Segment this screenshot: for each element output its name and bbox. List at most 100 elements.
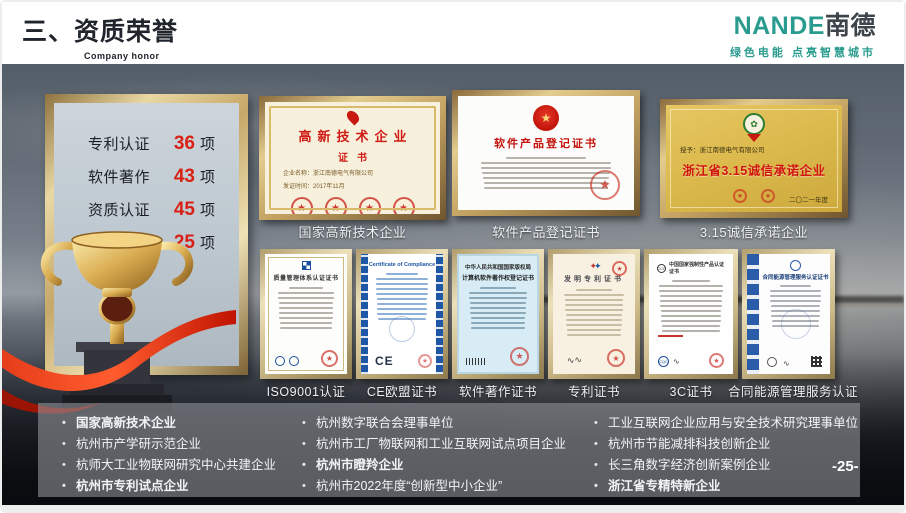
company-logo: NANDE南德 绿色电能 点亮智慧城市 [730,14,876,60]
text-line [566,319,622,321]
certificate-frame: Certificate of Compliance CE ★ [356,249,448,379]
text-line [376,278,429,280]
caption-software-copyright: 软件著作证书 [452,381,544,400]
text-line [661,315,721,317]
cqc-logo-icon: CQC [658,356,669,367]
certificate-text-lines [563,289,625,336]
caption-patent: 专利证书 [548,381,640,400]
trophy-handle-left [45,246,72,282]
certificate-hightech: 高新技术企业 证书 企业名称：浙江南德电气有限公司 发证时间：2017年11月 … [259,96,446,220]
honors-column-2: 杭州数字联合会理事单位 杭州市工厂物联网和工业互联网试点项目企业 杭州市瞪羚企业… [302,413,594,497]
certificate-title: 中国国家强制性产品认证证书 [669,261,725,275]
honor-item: 长三角数字经济创新案例企业 [594,455,860,476]
text-line [770,300,820,302]
certifier-logo-icon [790,260,801,271]
certificate-header: CCC 中国国家强制性产品认证证书 [657,261,725,275]
honors-overlay: 国家高新技术企业 杭州市产学研示范企业 杭师大工业物联网研究中心共建企业 杭州市… [38,403,860,497]
stat-value: 36 [174,133,195,155]
certificate-title: Certificate of Compliance [361,262,443,268]
certificate-paper: 合同能源管理服务认证证书 ∿ [747,254,830,374]
text-line [660,305,721,307]
trophy-rim [72,232,162,248]
honor-item: 浙江省专精特新企业 [594,476,860,497]
trophy-image [2,230,246,426]
honor-item: 杭州市工厂物联网和工业互联网试点项目企业 [302,434,594,455]
stat-label: 资质认证 [88,199,150,220]
red-seal-icon: ★ [733,189,747,203]
slide-stage: 三、资质荣誉 Company honor NANDE南德 绿色电能 点亮智慧城市… [0,0,906,513]
honor-item: 杭州市2022年度“创新型中小企业” [302,476,594,497]
text-line [660,300,722,302]
certificate-frame: ✿ 授予：浙江南德电气有限公司 浙江省3.15诚信承诺企业 ★ ★ 二〇二一年度 [660,99,848,218]
text-line [469,297,526,299]
stamp-icon [767,357,777,367]
certificate-text-lines [374,273,430,320]
text-line [481,162,611,164]
certificate-title: 计算机软件著作权登记证书 [457,273,539,282]
certificate-software-copyright: 中华人民共和国国家版权局 计算机软件著作权登记证书 ★ [452,249,544,379]
red-seal-icon: ★ [321,350,338,367]
accreditation-logos [275,356,299,366]
logo-tagline: 绿色电能 点亮智慧城市 [730,44,876,60]
circular-watermark-icon [781,309,811,339]
certificate-software-product: ★ 软件产品登记证书 ★ [452,90,640,216]
certificate-315-integrity: ✿ 授予：浙江南德电气有限公司 浙江省3.15诚信承诺企业 ★ ★ 二〇二一年度 [660,99,848,218]
honors-column-3: 工业互联网企业应用与安全技术研究理事单位 杭州市节能减排科技创新企业 长三角数字… [594,413,860,497]
signature: ∿∿ [566,354,582,367]
text-line [661,310,721,312]
text-line [471,327,524,329]
text-line [565,309,622,311]
stat-label: 软件著作 [88,166,150,187]
blue-side-band [436,254,443,374]
text-line [565,299,624,301]
stat-value: 43 [174,166,195,188]
text-line [771,305,821,307]
certificate-frame: 质量管理体系认证证书 ★ [260,249,352,379]
certificate-paper: ★ 软件产品登记证书 ★ [458,96,634,210]
text-line [376,283,428,285]
text-line [471,317,526,319]
page-subtitle: Company honor [22,51,178,61]
logo-text-cn: 南德 [825,12,876,40]
text-line [576,289,612,291]
text-line [377,303,427,305]
text-line [471,322,525,324]
ccc-mark-icon: CCC [657,264,666,273]
ce-mark: CE [375,354,394,368]
text-line [470,312,525,314]
text-line [480,287,515,289]
stat-label: 专利认证 [88,133,150,154]
certificate-frame: 高新技术企业 证书 企业名称：浙江南德电气有限公司 发证时间：2017年11月 … [259,96,446,220]
text-line [482,172,610,174]
text-line [470,307,526,309]
text-line [565,304,623,306]
honor-item: 工业互联网企业应用与安全技术研究理事单位 [594,413,860,434]
red-seal-icon: ★ [510,347,529,366]
text-line [770,295,821,297]
blue-side-band [361,254,368,374]
stat-row-qualifications: 资质认证 45 项 [88,199,215,221]
barcode-icon [466,358,486,365]
logo-wordmark: NANDE南德 [730,14,876,39]
text-line [566,314,623,316]
red-text-line [658,335,683,337]
certificate-title: 软件产品登记证书 [458,135,634,151]
honor-item: 杭州市节能减排科技创新企业 [594,434,860,455]
national-emblem-icon: ★ [533,105,559,131]
text-line [661,320,720,322]
text-line [376,293,427,295]
certificate-frame: 合同能源管理服务认证证书 ∿ [742,249,835,379]
text-line [662,330,720,332]
certificate-paper: 中华人民共和国国家版权局 计算机软件著作权登记证书 ★ [457,254,539,374]
caption-hightech: 国家高新技术企业 [259,222,446,241]
certificate-footer: CQC ∿ [658,356,680,367]
text-line [780,285,811,287]
title-block: 三、资质荣誉 Company honor [22,12,178,61]
caption-3c: 3C证书 [644,381,738,400]
caption-software-product: 软件产品登记证书 [452,222,640,241]
text-line [377,313,426,315]
honors-column-1: 国家高新技术企业 杭州市产学研示范企业 杭师大工业物联网研究中心共建企业 杭州市… [62,413,302,497]
text-line [566,324,621,326]
signature: ∿ [673,357,680,366]
page-title: 三、资质荣誉 [22,12,178,48]
